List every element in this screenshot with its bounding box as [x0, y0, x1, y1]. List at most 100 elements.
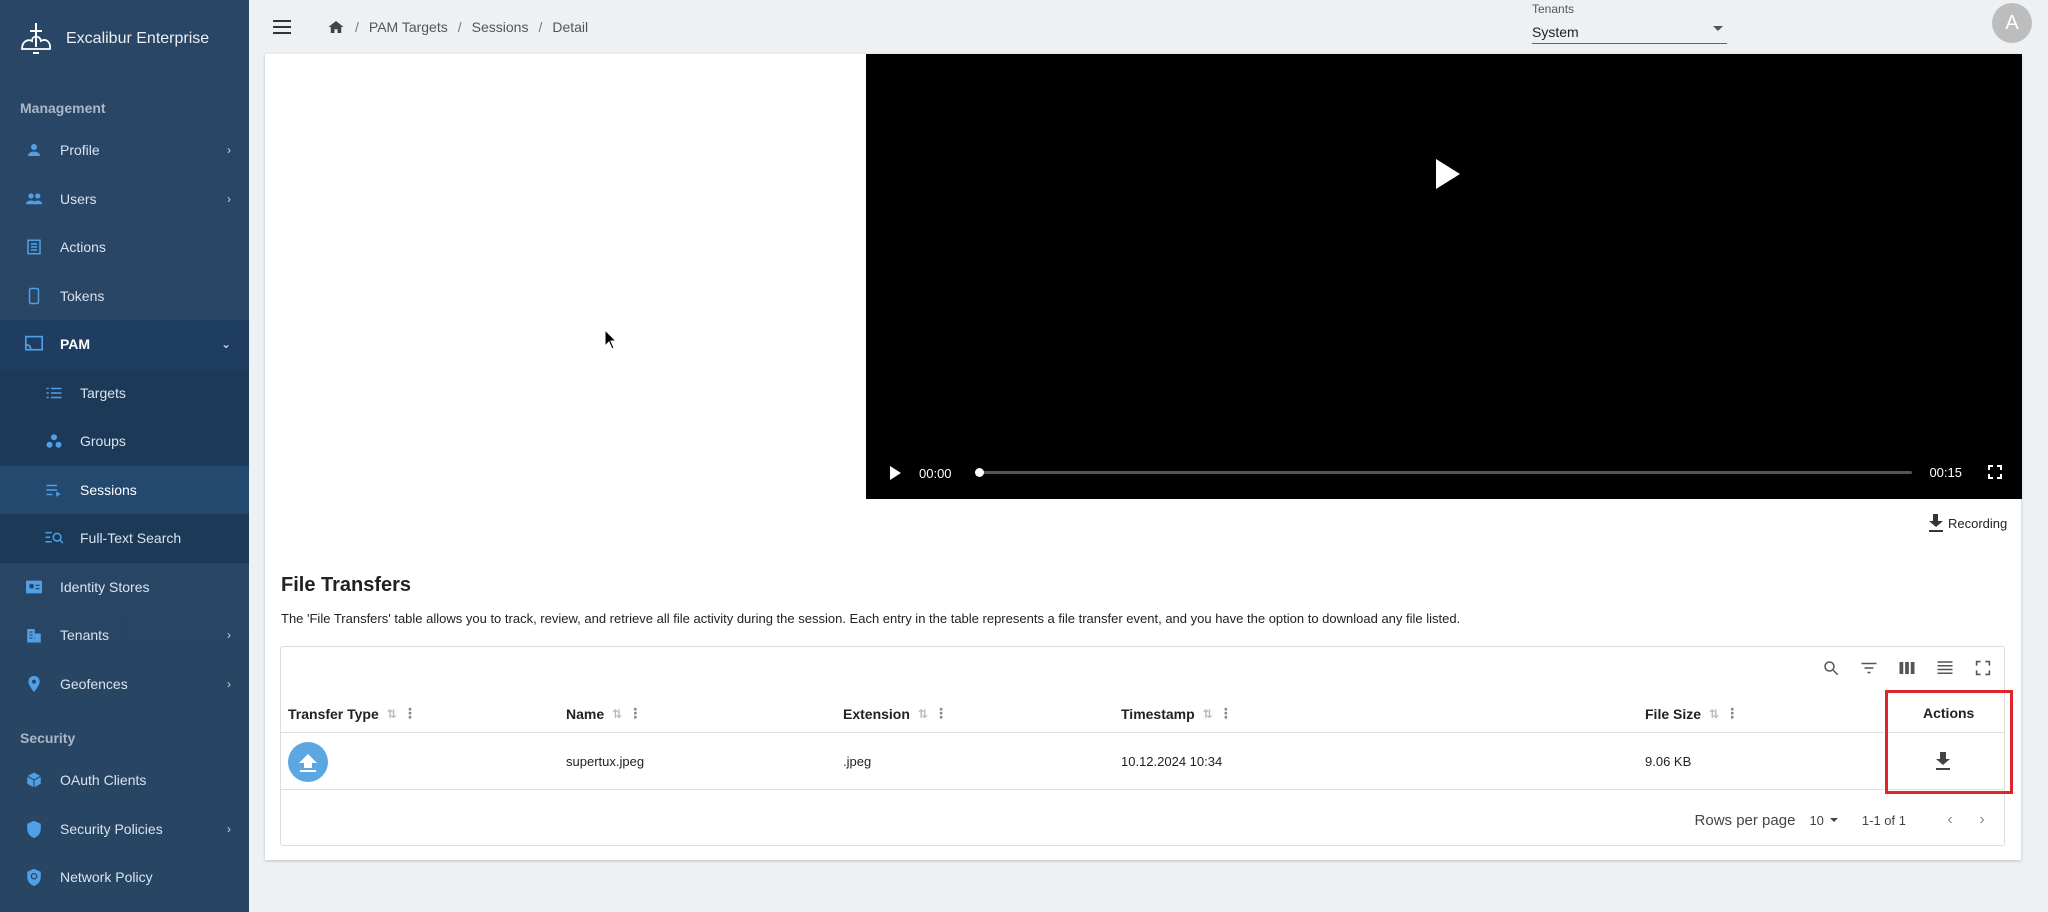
sidebar-item-pam[interactable]: PAM ⌄	[0, 320, 249, 369]
sidebar-item-label: Targets	[80, 384, 126, 401]
playlist-icon	[44, 480, 64, 500]
search-icon[interactable]	[1820, 657, 1842, 679]
file-transfers-title: File Transfers	[281, 574, 412, 596]
rows-per-page-select[interactable]: 10	[1809, 812, 1838, 828]
sidebar: Excalibur Enterprise Management Profile …	[0, 0, 249, 912]
sidebar-item-tenants[interactable]: Tenants ›	[0, 611, 249, 660]
chevron-right-icon: ›	[227, 143, 231, 158]
big-play-icon[interactable]	[1436, 159, 1460, 189]
session-video-player[interactable]: 00:00 00:15	[866, 54, 2022, 499]
download-recording-button[interactable]: Recording	[1928, 514, 2007, 532]
pagination: Rows per page 10 1-1 of 1 ‹ ›	[1695, 805, 2004, 835]
pam-submenu: Targets Groups Sessions Full-Text Search	[0, 368, 249, 563]
column-transfer-type[interactable]: Transfer Type ⇅ ⋮	[288, 705, 417, 722]
section-security: Security	[20, 730, 76, 746]
shield-search-icon	[24, 867, 44, 887]
actions-icon	[24, 237, 44, 257]
duration: 00:15	[1929, 465, 1962, 480]
cast-icon	[24, 334, 44, 354]
filter-icon[interactable]	[1858, 657, 1880, 679]
column-menu-icon[interactable]: ⋮	[1219, 705, 1233, 722]
section-management: Management	[20, 100, 106, 116]
breadcrumb: / PAM Targets / Sessions / Detail	[327, 19, 588, 35]
sidebar-item-network-policy[interactable]: Network Policy	[0, 853, 249, 902]
sidebar-item-full-text-search[interactable]: Full-Text Search	[0, 514, 249, 563]
tenant-value: System	[1532, 24, 1579, 40]
sidebar-item-sessions[interactable]: Sessions	[0, 465, 249, 514]
play-icon[interactable]	[890, 466, 901, 480]
next-page-icon[interactable]: ›	[1972, 811, 1992, 829]
cell-timestamp: 10.12.2024 10:34	[1121, 754, 1223, 769]
chevron-right-icon: ›	[227, 628, 231, 643]
list-icon	[44, 383, 64, 403]
fullscreen-icon[interactable]	[1987, 464, 2003, 480]
sidebar-item-label: Users	[60, 190, 97, 207]
column-label: Name	[566, 705, 605, 722]
sidebar-item-actions[interactable]: Actions	[0, 223, 249, 272]
breadcrumb-sessions[interactable]: Sessions	[472, 19, 529, 35]
sidebar-item-profile[interactable]: Profile ›	[0, 126, 249, 175]
sort-icon[interactable]: ⇅	[1709, 707, 1719, 721]
sidebar-item-targets[interactable]: Targets	[0, 369, 249, 418]
cell-name: supertux.jpeg	[566, 754, 645, 769]
recording-button-label: Recording	[1948, 515, 2008, 531]
cube-icon	[24, 770, 44, 790]
sidebar-item-tokens[interactable]: Tokens	[0, 272, 249, 321]
column-file-size[interactable]: File Size ⇅ ⋮	[1645, 705, 1739, 722]
contact-icon	[24, 577, 44, 597]
breadcrumb-pam-targets[interactable]: PAM Targets	[369, 19, 448, 35]
sidebar-item-groups[interactable]: Groups	[0, 417, 249, 466]
column-menu-icon[interactable]: ⋮	[628, 705, 642, 722]
sidebar-item-label: PAM	[60, 336, 91, 353]
download-file-button[interactable]	[1935, 752, 1951, 770]
sidebar-item-label: Security Policies	[60, 820, 163, 837]
progress-handle[interactable]	[975, 468, 984, 477]
home-icon[interactable]	[327, 19, 345, 35]
breadcrumb-separator: /	[538, 19, 543, 35]
avatar[interactable]: A	[1992, 3, 2032, 43]
shield-icon	[24, 819, 44, 839]
columns-icon[interactable]	[1896, 657, 1918, 679]
app-name: Excalibur Enterprise	[66, 30, 210, 47]
sidebar-item-label: Full-Text Search	[80, 530, 182, 547]
column-label: Extension	[843, 705, 910, 722]
file-transfers-description: The 'File Transfers' table allows you to…	[281, 611, 1461, 626]
brand[interactable]: Excalibur Enterprise	[0, 0, 249, 78]
table-toolbar	[1820, 657, 2004, 689]
upload-icon	[288, 742, 328, 782]
density-icon[interactable]	[1934, 657, 1956, 679]
column-menu-icon[interactable]: ⋮	[1725, 705, 1739, 722]
tenant-select[interactable]: Tenants System	[1532, 0, 1727, 44]
previous-page-icon[interactable]: ‹	[1940, 811, 1960, 829]
sort-icon[interactable]: ⇅	[918, 707, 928, 721]
building-icon	[24, 625, 44, 645]
fullscreen-icon[interactable]	[1972, 657, 1994, 679]
column-timestamp[interactable]: Timestamp ⇅ ⋮	[1121, 705, 1233, 722]
sidebar-item-oauth-clients[interactable]: OAuth Clients	[0, 756, 249, 805]
sidebar-item-label: Identity Stores	[60, 578, 150, 595]
person-icon	[24, 140, 44, 160]
column-extension[interactable]: Extension ⇅ ⋮	[843, 705, 948, 722]
sidebar-item-users[interactable]: Users ›	[0, 175, 249, 224]
sort-icon[interactable]: ⇅	[612, 707, 622, 721]
sidebar-item-security-policies[interactable]: Security Policies ›	[0, 805, 249, 854]
column-menu-icon[interactable]: ⋮	[403, 705, 417, 722]
column-name[interactable]: Name ⇅ ⋮	[566, 705, 642, 722]
topbar: / PAM Targets / Sessions / Detail	[249, 0, 2048, 54]
video-progress-bar[interactable]	[975, 468, 1912, 477]
table-header: Transfer Type ⇅ ⋮ Name ⇅ ⋮ Extension ⇅ ⋮…	[281, 693, 2004, 733]
sort-icon[interactable]: ⇅	[1203, 707, 1213, 721]
dropdown-caret-icon	[1713, 26, 1723, 31]
sort-icon[interactable]: ⇅	[387, 707, 397, 721]
menu-icon[interactable]	[273, 15, 297, 39]
column-menu-icon[interactable]: ⋮	[934, 705, 948, 722]
sidebar-item-geofences[interactable]: Geofences ›	[0, 660, 249, 709]
tenant-label: Tenants	[1532, 2, 1575, 16]
search-list-icon	[44, 528, 64, 548]
rows-per-page-value: 10	[1809, 812, 1824, 828]
chevron-right-icon: ›	[227, 191, 231, 206]
sidebar-item-identity-stores[interactable]: Identity Stores	[0, 563, 249, 612]
video-controls: 00:00 00:15	[866, 447, 2022, 499]
breadcrumb-detail: Detail	[552, 19, 589, 35]
current-time: 00:00	[919, 465, 952, 481]
